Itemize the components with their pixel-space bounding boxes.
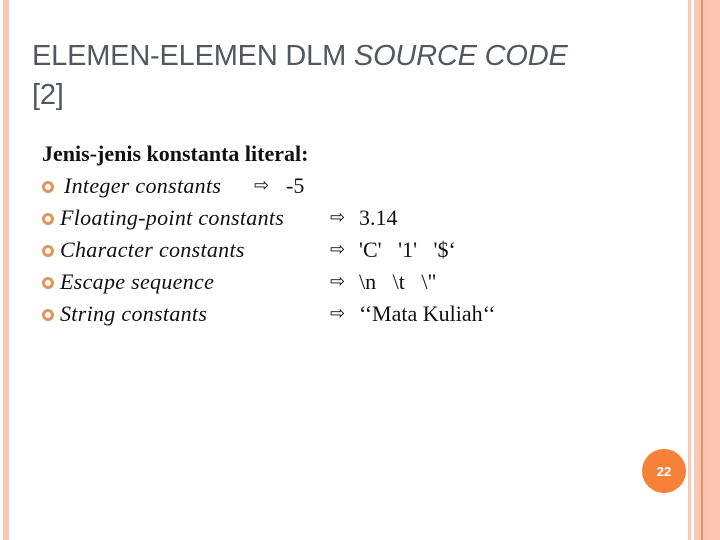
left-border-stripe [3, 0, 9, 540]
list-item: String constants ⇨ ‘‘Mata Kuliah‘‘ [42, 298, 662, 330]
title-italic-text: SOURCE CODE [353, 40, 568, 72]
ring-bullet-icon [42, 245, 54, 257]
right-border-stripe [694, 0, 701, 540]
item-label: String constants [60, 301, 208, 326]
ring-bullet-icon [42, 277, 54, 289]
slide-title: ELEMEN-ELEMEN DLM SOURCE CODE [2] [32, 37, 652, 115]
item-value: 3.14 [359, 205, 398, 230]
right-border-stripe [703, 0, 710, 540]
item-label: Escape sequence [60, 269, 215, 294]
ring-bullet-icon [42, 181, 54, 193]
list-item: Escape sequence ⇨ \n \t \" [42, 266, 662, 298]
right-arrow-icon: ⇨ [254, 175, 270, 195]
title-line2: [2] [32, 79, 64, 111]
right-arrow-icon: ⇨ [330, 239, 346, 259]
slide-body: Jenis-jenis konstanta literal: Integer c… [42, 138, 662, 330]
item-value: ‘‘Mata Kuliah‘‘ [359, 301, 496, 326]
list-item: Character constants ⇨ 'C' '1' '$‘ [42, 234, 662, 266]
section-heading: Jenis-jenis konstanta literal: [42, 141, 309, 166]
right-border-stripe [710, 0, 720, 540]
list-item: Floating-point constants ⇨ 3.14 [42, 202, 662, 234]
title-text: ELEMEN-ELEMEN DLM [32, 40, 354, 72]
ring-bullet-icon [42, 309, 54, 321]
item-value: 'C' '1' '$‘ [359, 237, 456, 262]
right-arrow-icon: ⇨ [330, 271, 346, 291]
right-border-stripe [688, 0, 691, 540]
ring-bullet-icon [42, 213, 54, 225]
page-number-badge: 22 [642, 449, 686, 493]
right-arrow-icon: ⇨ [330, 303, 346, 323]
list-item: Integer constants ⇨ -5 [42, 170, 662, 202]
item-value: -5 [286, 173, 305, 198]
item-label: Character constants [60, 237, 245, 262]
item-value: \n \t \" [359, 269, 437, 294]
item-label: Floating-point constants [60, 205, 285, 230]
right-arrow-icon: ⇨ [330, 207, 346, 227]
item-label: Integer constants [64, 173, 222, 198]
